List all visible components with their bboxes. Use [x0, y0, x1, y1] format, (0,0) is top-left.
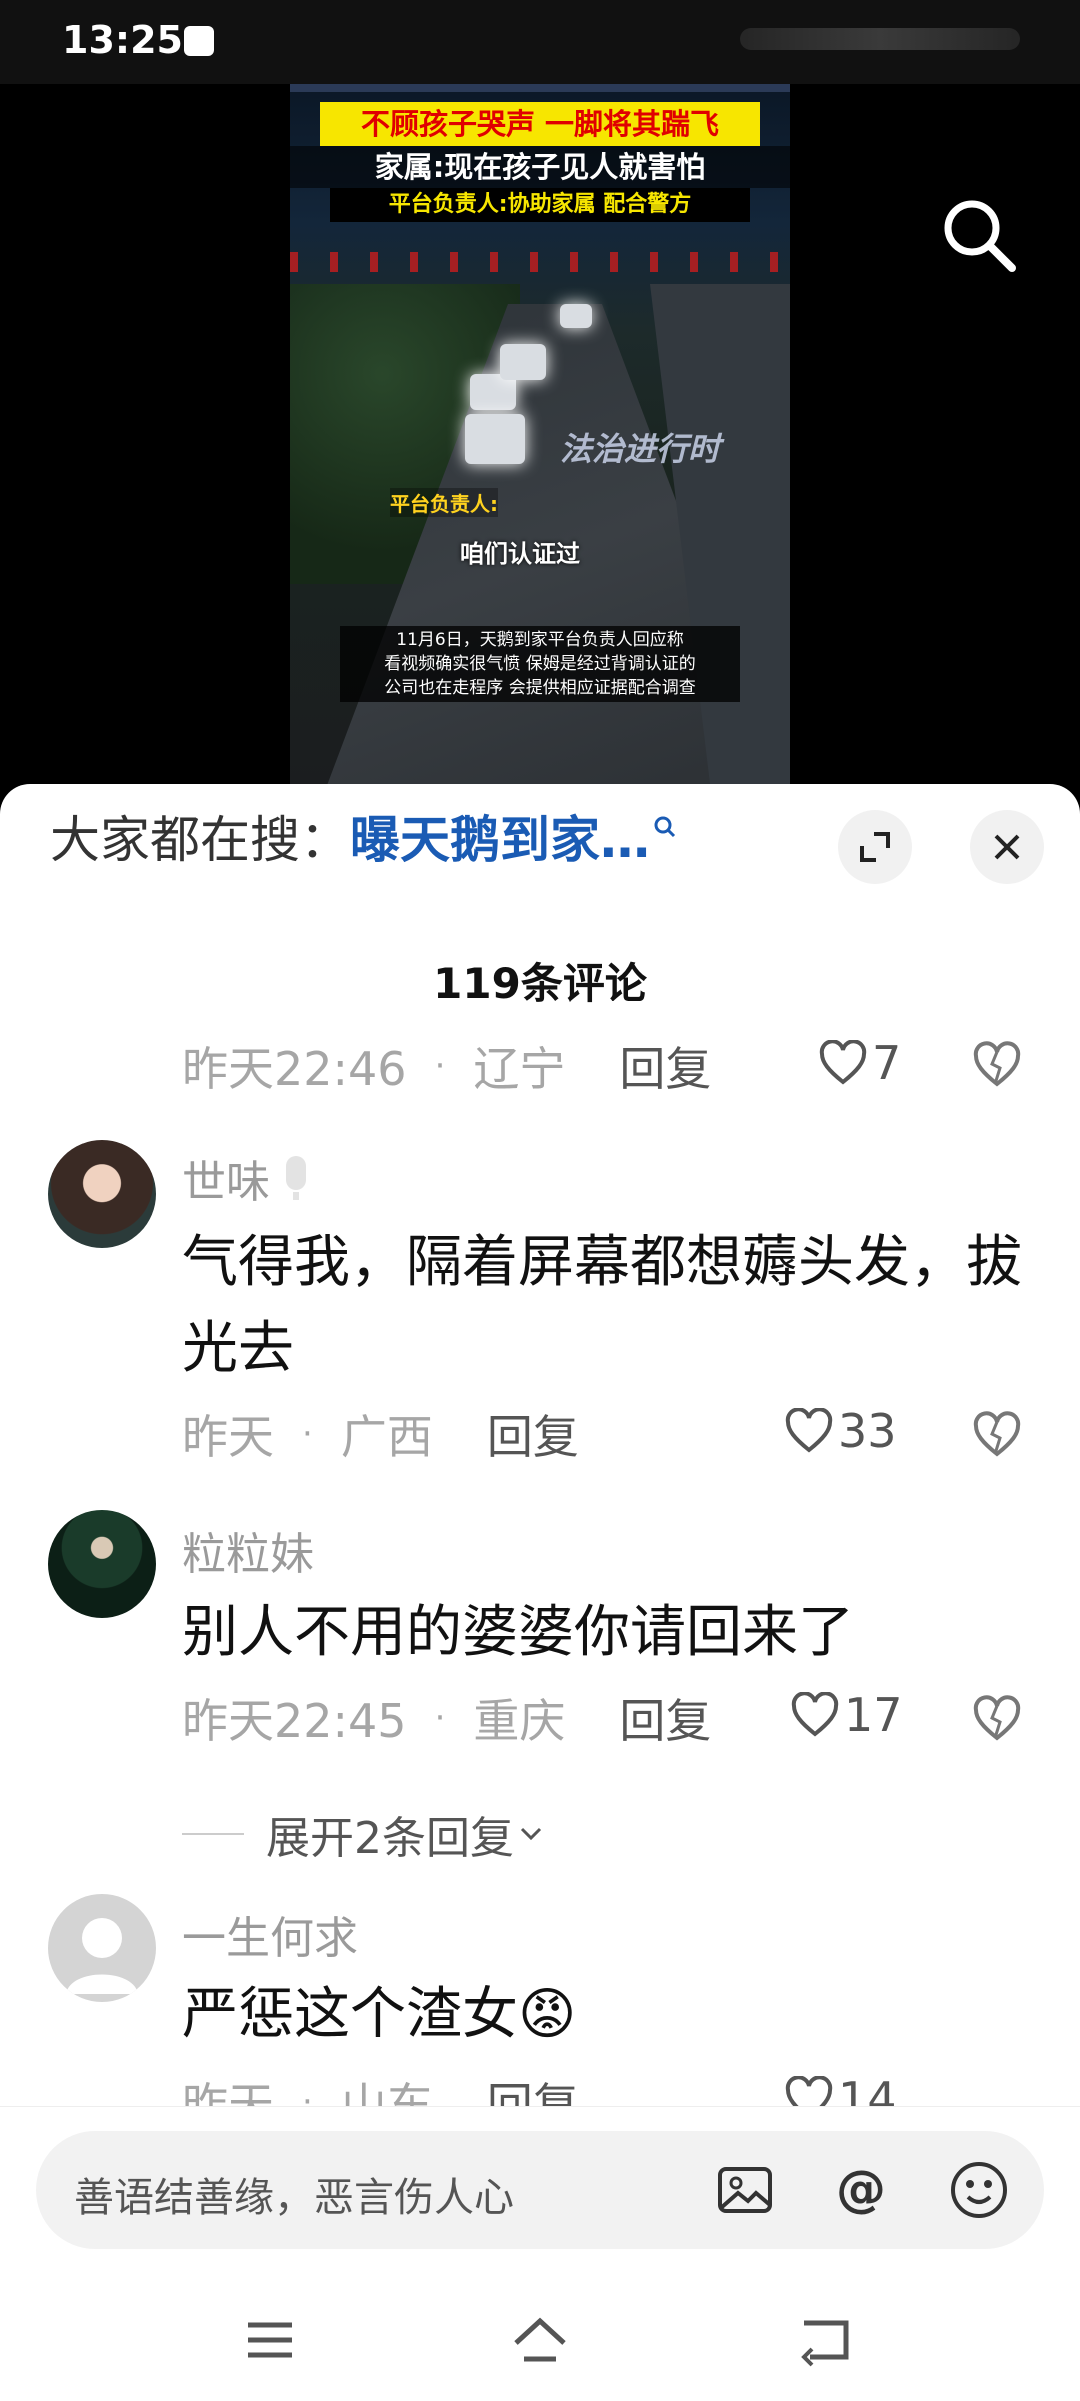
- divider: [182, 1833, 244, 1835]
- chevron-down-icon: [520, 1827, 542, 1841]
- like-count: 17: [844, 1688, 903, 1742]
- heart-icon: [785, 1408, 833, 1453]
- expand-replies-button[interactable]: 展开2条回复: [182, 1802, 548, 1866]
- comment-location: 广西: [340, 1410, 433, 1464]
- status-bar: 13:25: [0, 0, 1080, 84]
- comment-input[interactable]: 善语结善缘，恶言伤人心 @: [36, 2131, 1044, 2249]
- comment-count: 119条评论: [433, 959, 647, 1008]
- comment-text: 别人不用的婆婆你请回来了: [182, 1600, 854, 1665]
- expand-replies-label: 展开2条回复: [266, 1813, 514, 1864]
- comment-input-area: 善语结善缘，恶言伤人心 @: [0, 2106, 1080, 2401]
- comment-time: 昨天: [182, 1410, 274, 1464]
- close-button[interactable]: [970, 810, 1044, 884]
- comment-location: 辽宁: [473, 1042, 566, 1096]
- video-headline-3: 平台负责人:协助家属 配合警方: [330, 188, 750, 222]
- police-car: [500, 344, 546, 380]
- home-icon[interactable]: [510, 2313, 570, 2367]
- default-avatar-icon: [66, 1918, 138, 1994]
- video-watermark: 法治进行时: [560, 430, 721, 468]
- like-count: 33: [838, 1404, 897, 1458]
- username-text: 粒粒妹: [182, 1529, 314, 1580]
- meta-separator: ·: [434, 1046, 446, 1086]
- comment-meta: 昨天 · 广西 回复: [182, 1404, 579, 1464]
- username-text: 世味: [182, 1157, 270, 1208]
- heart-icon: [819, 1040, 867, 1085]
- news-line: 11月6日，天鹅到家平台负责人回应称: [396, 630, 684, 650]
- video-headline-2: 家属:现在孩子见人就害怕: [290, 146, 790, 188]
- distant-car: [560, 304, 592, 328]
- username-text: 一生何求: [182, 1913, 358, 1964]
- news-caption: 11月6日，天鹅到家平台负责人回应称 看视频确实很气愤 保姆是经过背调认证的 公…: [340, 626, 740, 702]
- reply-button[interactable]: 回复: [487, 1401, 579, 1467]
- comment-meta: 昨天22:46 · 辽宁 回复: [182, 1036, 711, 1096]
- expand-button[interactable]: [838, 810, 912, 884]
- reply-button[interactable]: 回复: [619, 1685, 711, 1751]
- like-button[interactable]: 17: [790, 1688, 903, 1742]
- meta-separator: ·: [434, 1698, 446, 1738]
- like-count: 7: [872, 1036, 902, 1090]
- comment-username[interactable]: 一生何求: [182, 1902, 358, 1966]
- baidu-app-icon: [184, 26, 214, 56]
- news-line: 公司也在走程序 会提供相应证据配合调查: [384, 678, 696, 698]
- mention-icon[interactable]: @: [830, 2159, 892, 2221]
- video-player[interactable]: 不顾孩子哭声 一脚将其踹飞 家属:现在孩子见人就害怕 平台负责人:协助家属 配合…: [0, 84, 1080, 784]
- comment-time: 昨天22:45: [182, 1694, 407, 1748]
- menu-icon[interactable]: [240, 2313, 300, 2367]
- trending-search-term[interactable]: 曝天鹅到家…: [350, 800, 650, 872]
- reply-button[interactable]: 回复: [619, 1033, 711, 1099]
- status-icons: [740, 28, 1020, 50]
- trending-search[interactable]: 大家都在搜： 曝天鹅到家…: [50, 806, 678, 869]
- heart-icon: [791, 1692, 839, 1737]
- trending-search-label: 大家都在搜：: [50, 811, 350, 869]
- comment-input-placeholder: 善语结善缘，恶言伤人心: [74, 2175, 514, 2221]
- comment-time: 昨天22:46: [182, 1042, 407, 1096]
- dislike-icon[interactable]: [972, 1694, 1022, 1744]
- headline-cut: [290, 84, 790, 92]
- comment-meta: 昨天22:45 · 重庆 回复: [182, 1688, 711, 1748]
- system-nav-bar: [0, 2293, 1080, 2383]
- meta-separator: ·: [302, 1414, 313, 1454]
- small-search-icon: [654, 816, 676, 838]
- emoji-icon[interactable]: [948, 2159, 1010, 2221]
- avatar[interactable]: [48, 1510, 156, 1618]
- caption-speaker: 平台负责人:: [390, 488, 498, 517]
- microphone-badge-icon: [286, 1156, 306, 1200]
- dislike-icon[interactable]: [972, 1040, 1022, 1090]
- police-car: [465, 414, 525, 464]
- caption-line: 咱们认证过: [460, 540, 580, 568]
- search-icon[interactable]: [936, 192, 1020, 276]
- comment-username[interactable]: 世味: [182, 1146, 314, 1210]
- news-line: 看视频确实很气愤 保姆是经过背调认证的: [384, 654, 696, 674]
- comment-location: 重庆: [473, 1694, 566, 1748]
- like-button[interactable]: 33: [784, 1404, 897, 1458]
- lanterns: [290, 252, 790, 272]
- like-button[interactable]: 7: [818, 1036, 901, 1090]
- back-icon[interactable]: [796, 2313, 856, 2367]
- image-icon[interactable]: [714, 2159, 776, 2221]
- video-headline-1: 不顾孩子哭声 一脚将其踹飞: [320, 102, 760, 146]
- comment-username[interactable]: 粒粒妹: [182, 1518, 314, 1582]
- expand-icon: [860, 832, 890, 862]
- video-frame[interactable]: 不顾孩子哭声 一脚将其踹飞 家属:现在孩子见人就害怕 平台负责人:协助家属 配合…: [290, 84, 790, 784]
- avatar[interactable]: [48, 1140, 156, 1248]
- dislike-icon[interactable]: [972, 1410, 1022, 1460]
- svg-text:@: @: [836, 2160, 886, 2218]
- status-time: 13:25: [62, 18, 183, 62]
- avatar[interactable]: [48, 1894, 156, 2002]
- comment-text: 气得我，隔着屏幕都想薅头发，拔光去: [182, 1230, 1022, 1381]
- comment-text: 严惩这个渣女😡: [182, 1982, 577, 2047]
- close-icon: [994, 834, 1020, 860]
